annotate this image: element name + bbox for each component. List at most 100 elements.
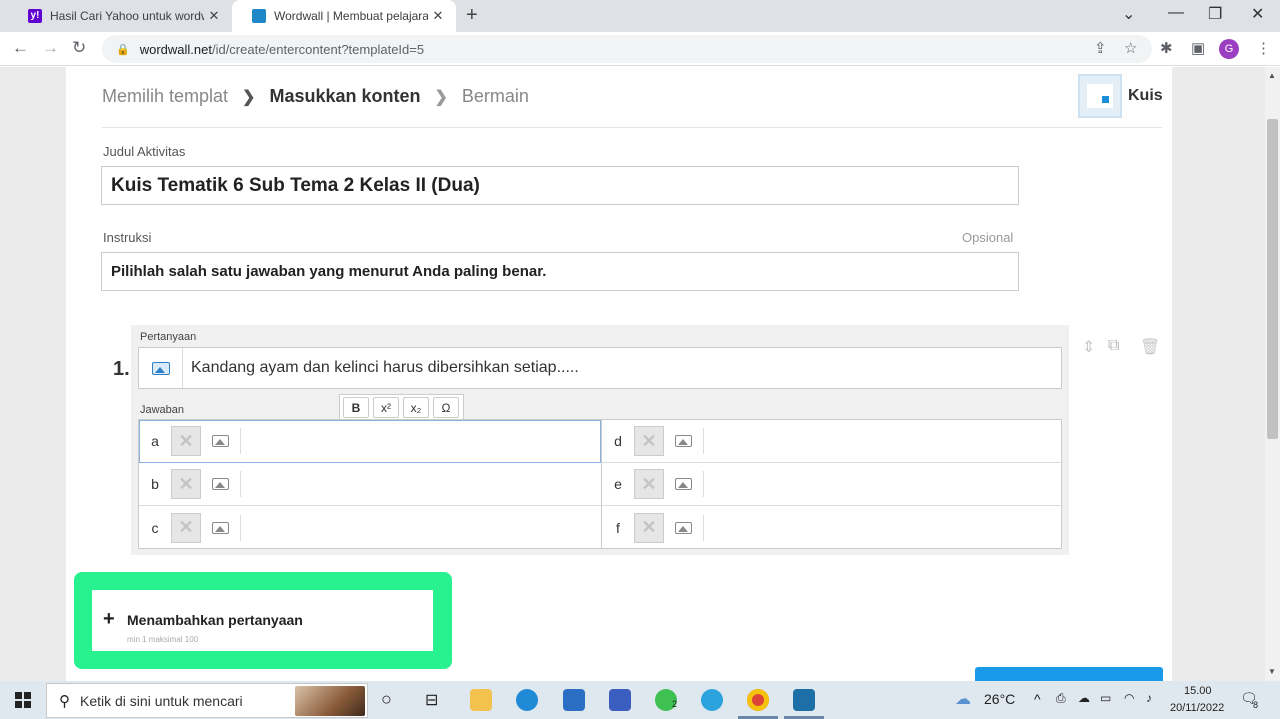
page-scrollbar[interactable]: ▲ ▼ [1265, 67, 1280, 681]
onedrive-icon[interactable]: ☁ [1078, 691, 1090, 705]
answer-image-button[interactable] [664, 471, 704, 497]
question-input[interactable]: Kandang ayam dan kelinci harus dibersihk… [138, 347, 1062, 389]
answer-letter: f [616, 519, 620, 536]
special-character-button[interactable]: Ω [433, 397, 459, 418]
instruction-input[interactable]: Pilihlah salah satu jawaban yang menurut… [101, 252, 1019, 291]
windows-start-icon[interactable] [15, 692, 31, 708]
answers-label: Jawaban [140, 404, 185, 416]
clock-date[interactable]: 20/11/2022 [1170, 702, 1224, 714]
image-icon [675, 478, 692, 490]
breadcrumb-step-template[interactable]: Memilih templat [102, 86, 228, 107]
reload-icon[interactable]: ↻ [72, 38, 86, 58]
bookmark-star-icon[interactable]: ☆ [1124, 39, 1137, 57]
answer-row-d[interactable]: d ✕ [601, 420, 1063, 463]
share-icon[interactable]: ⇪ [1094, 39, 1107, 57]
cortana-icon[interactable]: ○ [381, 689, 392, 710]
task-view-icon[interactable]: ⊟ [425, 690, 438, 710]
question-text: Kandang ayam dan kelinci harus dibersihk… [191, 359, 579, 376]
format-toolbar: B x² x₂ Ω [339, 394, 464, 421]
url-bar[interactable]: 🔒 wordwall.net/id/create/entercontent?te… [102, 35, 1152, 63]
new-tab-icon[interactable]: + [466, 4, 478, 27]
close-tab-icon[interactable]: ✕ [204, 8, 224, 24]
tab-yahoo-search[interactable]: y! Hasil Cari Yahoo untuk wordwall ✕ [8, 0, 232, 32]
meet-icon[interactable]: ⎙ [1056, 691, 1066, 706]
activity-title-input[interactable]: Kuis Tematik 6 Sub Tema 2 Kelas II (Dua) [101, 166, 1019, 205]
search-highlight-image [295, 686, 365, 716]
answer-image-button[interactable] [664, 514, 704, 541]
divider [102, 127, 1162, 128]
app-icon[interactable] [609, 689, 631, 711]
wifi-icon[interactable]: ◠ [1124, 691, 1134, 705]
mark-incorrect-icon[interactable]: ✕ [171, 512, 201, 543]
mark-incorrect-icon[interactable]: ✕ [634, 512, 664, 543]
wordwall-favicon-icon [252, 9, 266, 23]
answer-letter: c [151, 519, 159, 536]
taskbar-search[interactable]: ⚲ Ketik di sini untuk mencari [46, 683, 368, 718]
answer-row-e[interactable]: e ✕ [601, 463, 1063, 506]
answer-image-button[interactable] [201, 514, 241, 541]
mark-incorrect-icon[interactable]: ✕ [634, 426, 664, 456]
weather-cloud-icon[interactable]: ☁ [955, 689, 971, 709]
search-icon: ⚲ [59, 692, 70, 710]
clock-time[interactable]: 15.00 [1184, 685, 1212, 697]
tab-title: Hasil Cari Yahoo untuk wordwall [50, 9, 204, 23]
answer-letter: e [614, 476, 622, 492]
restore-icon[interactable]: ❐ [1208, 4, 1222, 24]
done-button[interactable] [975, 667, 1163, 681]
battery-icon[interactable]: ▭ [1100, 691, 1111, 705]
activity-title-label: Judul Aktivitas [103, 144, 186, 159]
mark-incorrect-icon[interactable]: ✕ [171, 426, 201, 456]
duplicate-question-icon[interactable]: ⧉ [1108, 337, 1119, 355]
back-icon[interactable]: ← [12, 38, 29, 58]
profile-avatar[interactable]: G [1219, 39, 1239, 59]
weather-temp[interactable]: 26°C [984, 691, 1015, 707]
volume-icon[interactable]: ♪ [1146, 691, 1152, 705]
extensions-icon[interactable]: ✱ [1160, 39, 1173, 57]
quiz-template-icon[interactable] [1078, 74, 1122, 118]
answer-image-button[interactable] [201, 428, 241, 454]
move-question-icon[interactable]: ⇕ [1082, 337, 1095, 357]
scroll-up-icon[interactable]: ▲ [1268, 71, 1276, 80]
notification-count: 8 [1253, 700, 1259, 710]
answer-row-f[interactable]: f ✕ [601, 506, 1063, 549]
answer-image-button[interactable] [201, 471, 241, 497]
show-hidden-icons-icon[interactable]: ^ [1034, 691, 1041, 707]
scroll-down-icon[interactable]: ▼ [1268, 667, 1276, 676]
breadcrumb: Memilih templat ❯ Masukkan konten ❯ Berm… [102, 86, 529, 107]
answer-letter: d [614, 433, 622, 449]
question-image-button[interactable] [139, 348, 183, 388]
whatsapp-badge: 2 [672, 699, 678, 709]
tab-search-chevron-icon[interactable]: ⌄ [1122, 4, 1135, 24]
bold-button[interactable]: B [343, 397, 369, 418]
mark-incorrect-icon[interactable]: ✕ [634, 469, 664, 499]
subscript-button[interactable]: x₂ [403, 397, 429, 418]
tab-wordwall[interactable]: Wordwall | Membuat pelajaran y ✕ [232, 0, 456, 32]
yahoo-favicon-icon: y! [28, 9, 42, 23]
file-explorer-icon[interactable] [470, 689, 492, 711]
superscript-button[interactable]: x² [373, 397, 399, 418]
photos-icon[interactable] [793, 689, 815, 711]
close-window-icon[interactable]: ✕ [1251, 4, 1264, 24]
scrollbar-thumb[interactable] [1267, 119, 1278, 439]
telegram-icon[interactable] [701, 689, 723, 711]
answer-row-b[interactable]: b ✕ [139, 463, 601, 506]
answer-row-a[interactable]: a ✕ [139, 420, 601, 463]
tab-title: Wordwall | Membuat pelajaran y [274, 9, 428, 23]
edge-icon[interactable] [516, 689, 538, 711]
image-icon [212, 521, 229, 534]
minimize-icon[interactable]: — [1168, 4, 1184, 22]
chrome-icon[interactable] [747, 689, 769, 711]
mail-icon[interactable] [563, 689, 585, 711]
close-tab-icon[interactable]: ✕ [428, 8, 448, 24]
side-panel-icon[interactable]: ▣ [1191, 39, 1205, 57]
menu-icon[interactable]: ⋮ [1256, 39, 1271, 57]
add-question-button[interactable]: + Menambahkan pertanyaan min 1 maksimal … [92, 590, 433, 651]
answer-image-button[interactable] [664, 428, 704, 454]
forward-icon[interactable]: → [42, 38, 59, 58]
instruction-optional-label: Opsional [962, 230, 1014, 245]
mark-incorrect-icon[interactable]: ✕ [171, 469, 201, 499]
answer-row-c[interactable]: c ✕ [139, 506, 601, 549]
breadcrumb-step-play: Bermain [461, 86, 529, 106]
delete-question-icon[interactable]: 🗑 [1140, 337, 1160, 357]
question-number: 1. [113, 358, 130, 380]
